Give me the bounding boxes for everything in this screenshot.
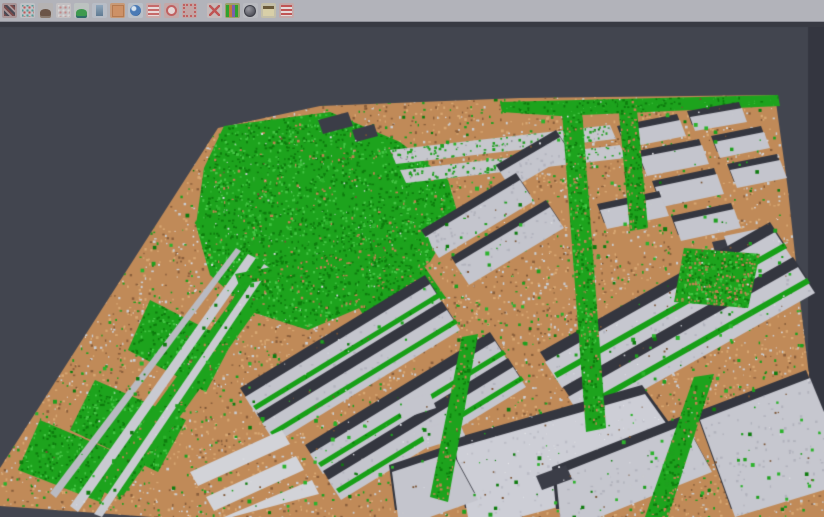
red-layers-icon[interactable] bbox=[146, 3, 161, 18]
annotation-icon[interactable] bbox=[261, 3, 276, 18]
orthophoto-icon[interactable] bbox=[110, 3, 125, 18]
open-data-icon[interactable] bbox=[2, 3, 17, 18]
sparse-cloud-icon[interactable] bbox=[56, 3, 71, 18]
elevation-column-icon[interactable] bbox=[92, 3, 107, 18]
terrain-icon[interactable] bbox=[38, 3, 53, 18]
crop-box-icon[interactable] bbox=[182, 3, 197, 18]
registration-points-icon[interactable] bbox=[20, 3, 35, 18]
application-window bbox=[0, 0, 824, 517]
vegetation-terrain-icon[interactable] bbox=[74, 3, 89, 18]
circle-select-icon[interactable] bbox=[164, 3, 179, 18]
3d-viewport[interactable] bbox=[0, 0, 824, 517]
clear-selection-icon[interactable] bbox=[207, 3, 222, 18]
main-toolbar bbox=[0, 0, 824, 22]
classification-view-icon[interactable] bbox=[225, 3, 240, 18]
measurements-icon[interactable] bbox=[279, 3, 294, 18]
globe-view-icon[interactable] bbox=[128, 3, 143, 18]
sphere-tool-icon[interactable] bbox=[243, 3, 258, 18]
